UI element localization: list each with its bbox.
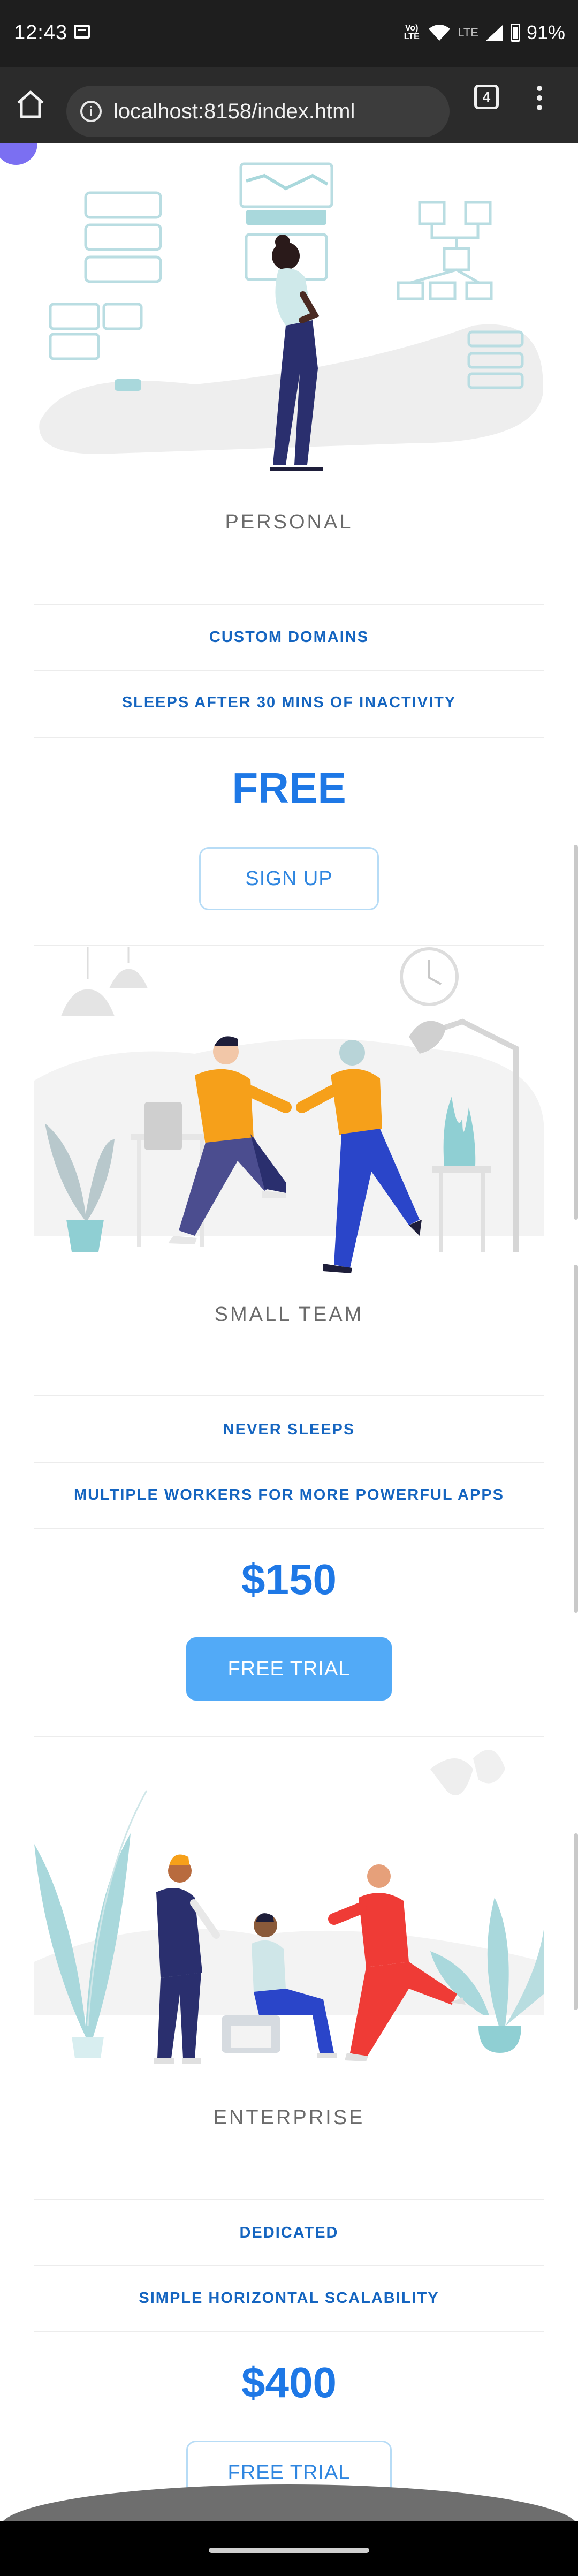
scrollbar[interactable] [574, 845, 578, 1220]
divider [34, 1395, 544, 1396]
status-time: 12:43 [14, 21, 68, 44]
scrollbar[interactable] [574, 1833, 578, 2010]
battery-percentage: 91% [526, 21, 565, 43]
status-icons: Vo) LTE LTE 91% [402, 19, 565, 46]
free-trial-button[interactable]: FREE TRIAL [186, 1637, 392, 1701]
small-team-illustration [34, 947, 544, 1273]
pricing-page: PERSONAL CUSTOM DOMAINS SLEEPS AFTER 30 … [0, 143, 578, 2521]
plan-feature: SIMPLE HORIZONTAL SCALABILITY [139, 2290, 439, 2307]
volte-indicator: Vo) LTE [404, 24, 420, 41]
enterprise-illustration [34, 1750, 544, 2064]
plan-feature: SLEEPS AFTER 30 MINS OF INACTIVITY [121, 694, 457, 711]
plan-price: $150 [241, 1555, 337, 1603]
divider [34, 1462, 544, 1463]
address-bar[interactable]: i localhost:8158/index.html [66, 86, 450, 137]
lte-indicator: LTE [458, 26, 478, 39]
plan-feature: MULTIPLE WORKERS FOR MORE POWERFUL APPS [73, 1486, 505, 1504]
plan-price: FREE [232, 764, 346, 812]
divider [34, 945, 544, 946]
personal-illustration [39, 162, 543, 471]
url-text[interactable]: localhost:8158/index.html [113, 100, 355, 124]
divider [34, 2199, 544, 2200]
scrollbar[interactable] [574, 1265, 578, 1613]
plan-price: $400 [241, 2359, 337, 2406]
notification-icon [74, 25, 90, 39]
info-icon[interactable]: i [80, 101, 102, 122]
divider [34, 1528, 544, 1529]
decorative-blob [0, 143, 37, 165]
plan-feature: CUSTOM DOMAINS [209, 629, 369, 646]
divider [34, 2265, 544, 2266]
divider [34, 2331, 544, 2332]
signal-icon [485, 25, 503, 41]
status-bar: 12:43 Vo) LTE LTE 91% [0, 0, 578, 67]
wifi-icon [429, 25, 451, 41]
home-icon[interactable] [14, 88, 47, 121]
divider [34, 737, 544, 738]
plan-feature: NEVER SLEEPS [223, 1421, 355, 1438]
plan-name: ENTERPRISE [213, 2106, 365, 2129]
plan-name: SMALL TEAM [214, 1303, 364, 1326]
tab-switcher-button[interactable]: 4 [474, 85, 499, 109]
overflow-menu-icon[interactable] [533, 84, 546, 114]
plan-name: PERSONAL [225, 511, 353, 533]
sign-up-button[interactable]: SIGN UP [199, 847, 379, 910]
battery-icon [510, 24, 520, 42]
system-navigation-bar [0, 2521, 578, 2576]
divider [34, 670, 544, 671]
plan-feature: DEDICATED [239, 2224, 339, 2241]
divider [34, 604, 544, 605]
browser-toolbar: i localhost:8158/index.html 4 [0, 67, 578, 143]
gesture-handle[interactable] [209, 2548, 369, 2553]
